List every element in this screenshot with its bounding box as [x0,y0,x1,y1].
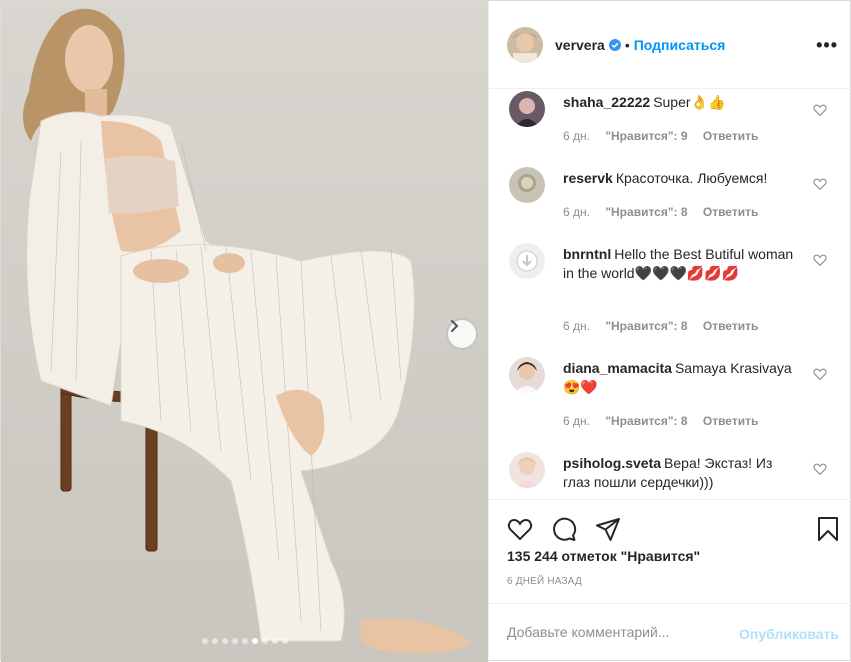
verified-badge-icon [608,38,621,51]
share-icon[interactable] [595,516,621,542]
slide-dot [251,638,258,644]
like-comment-icon[interactable] [813,253,827,267]
publish-button[interactable]: Опубликовать [739,626,839,642]
header-separator: • [624,36,630,53]
slide-dot [261,638,268,644]
post-actions: 135 244 отметок "Нравится" 6 ДНЕЙ НАЗАД [489,499,851,603]
comment-likes[interactable]: "Нравится": 8 [605,414,687,428]
comment-meta: 6 дн. "Нравится": 8 Ответить [563,319,770,333]
like-comment-icon[interactable] [813,103,827,117]
comment-likes[interactable]: "Нравится": 9 [605,129,687,143]
reply-button[interactable]: Ответить [703,414,758,428]
heart-icon[interactable] [507,516,533,542]
reply-button[interactable]: Ответить [703,129,758,143]
comment-username[interactable]: shaha_22222 [563,94,650,110]
slide-dot [241,638,248,644]
likes-count[interactable]: 135 244 отметок "Нравится" [507,548,700,564]
reply-button[interactable]: Ответить [703,319,758,333]
post-photo[interactable] [1,1,488,662]
comment-likes[interactable]: "Нравится": 8 [605,205,687,219]
slide-dot [271,638,278,644]
comment-meta: 6 дн. "Нравится": 9 Ответить [563,129,770,143]
follow-button[interactable]: Подписаться [634,37,726,53]
comment-username[interactable]: reservk [563,170,613,186]
slide-dot [211,638,218,644]
slide-dot [201,638,208,644]
comment-text: Красоточка. Любуемся! [615,170,768,186]
post-header: ververa • Подписаться [489,1,851,89]
comment-username[interactable]: diana_mamacita [563,360,672,376]
slide-dot [231,638,238,644]
commenter-avatar[interactable] [509,357,545,393]
like-comment-icon[interactable] [813,177,827,191]
comment-username[interactable]: bnrntnl [563,246,611,262]
comment-meta: 6 дн. "Нравится": 8 Ответить [563,205,770,219]
comment-input[interactable] [507,624,727,640]
comment-text: Super👌👍 [653,94,726,110]
more-options-icon[interactable]: ••• [816,35,838,56]
comment-age: 6 дн. [563,319,590,333]
photo-illustration [22,8,471,654]
like-comment-icon[interactable] [813,367,827,381]
chevron-right-icon [451,320,459,332]
author-avatar[interactable] [507,26,543,63]
author-username[interactable]: ververa [555,37,605,53]
reply-button[interactable]: Ответить [703,205,758,219]
instagram-post: ververa • Подписаться ••• shaha_22222 Sup… [0,0,851,662]
slide-dot [281,638,288,644]
comment-age: 6 дн. [563,414,590,428]
comment-list[interactable]: shaha_22222 Super👌👍 6 дн. "Нравится": 9 О… [489,89,851,499]
comment-age: 6 дн. [563,129,590,143]
slide-dot [221,638,228,644]
comment-username[interactable]: psiholog.sveta [563,455,661,471]
comment-meta: 6 дн. "Нравится": 8 Ответить [563,414,770,428]
post-side-panel: ververa • Подписаться ••• shaha_22222 Sup… [488,1,851,662]
comment-icon[interactable] [551,516,577,542]
commenter-avatar[interactable] [509,452,545,488]
commenter-avatar[interactable] [509,91,545,127]
comment-likes[interactable]: "Нравится": 8 [605,319,687,333]
next-slide-button[interactable] [448,320,476,348]
slide-indicator [1,638,488,644]
post-date[interactable]: 6 ДНЕЙ НАЗАД [507,576,582,587]
comment-age: 6 дн. [563,205,590,219]
commenter-avatar[interactable] [509,167,545,203]
commenter-avatar[interactable] [509,243,545,279]
add-comment-bar: Опубликовать [489,603,851,662]
like-comment-icon[interactable] [813,462,827,476]
bookmark-icon[interactable] [815,516,841,542]
